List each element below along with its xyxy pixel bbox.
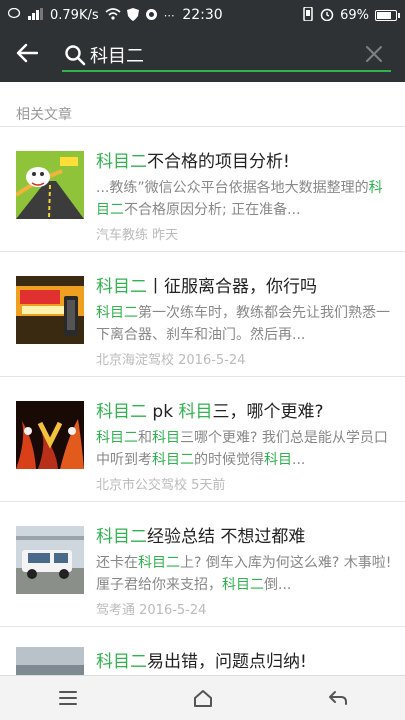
nav-home-button[interactable]: [173, 676, 233, 720]
wechat-notification-icon: [7, 7, 22, 22]
highlighted-keyword: 科目二: [96, 652, 147, 672]
search-header: [0, 30, 405, 82]
search-box: [54, 30, 397, 82]
article-title: 科目二不合格的项目分析!: [96, 147, 393, 172]
article-meta: 驾考通 2016-5-24: [96, 603, 207, 618]
section-title: 相关文章: [16, 107, 72, 123]
article-item[interactable]: 科目二经验总结 不想过都难 还卡在科目二上? 倒车入库为何这么难? 木事啦! 厘…: [0, 502, 405, 627]
clear-search-button[interactable]: [361, 43, 387, 69]
article-thumbnail: [16, 276, 84, 344]
network-speed: 0.79K/s: [50, 7, 99, 23]
article-thumbnail: [16, 151, 84, 219]
text-segment: 易出错，问题点归纳!: [147, 652, 307, 672]
back-icon: [328, 691, 347, 705]
highlighted-keyword: 科目二: [96, 152, 147, 172]
highlighted-keyword: 科目: [264, 452, 292, 468]
highlighted-keyword: 科目二: [138, 555, 180, 571]
highlighted-keyword: 科目: [178, 402, 213, 422]
text-segment: 三，哪个更难?: [212, 402, 324, 422]
article-title: 科目二丨征服离合器，你行吗: [96, 272, 393, 297]
text-segment: 不合格原因分析; 正在准备...: [124, 202, 301, 218]
article-title: 科目二经验总结 不想过都难: [96, 522, 393, 547]
highlighted-keyword: 科目: [152, 430, 180, 446]
battery-percent: 69%: [340, 7, 369, 23]
highlighted-keyword: 科目二: [96, 402, 147, 422]
text-segment: 还卡在: [96, 555, 138, 571]
highlighted-keyword: 科目二: [96, 305, 138, 321]
text-segment: 和: [138, 430, 152, 446]
text-segment: 不合格的项目分析!: [147, 152, 290, 172]
text-segment: ...教练”微信公众平台依据各地大数据整理的: [96, 180, 369, 196]
status-right: 69%: [302, 6, 400, 23]
more-notifications-icon: ⋯: [163, 8, 175, 22]
article-thumbnail: [16, 401, 84, 469]
text-segment: 倒...: [264, 577, 292, 593]
shield-icon: [126, 7, 139, 23]
highlighted-keyword: 科目二: [96, 527, 147, 547]
back-button[interactable]: [0, 30, 54, 82]
status-left: 0.79K/s ⋯: [7, 7, 175, 23]
article-title: 科目二 pk 科目三，哪个更难?: [96, 397, 393, 422]
text-segment: ...: [292, 452, 306, 468]
wifi-icon: [105, 8, 121, 22]
highlighted-keyword: 科目二: [222, 577, 264, 593]
highlighted-keyword: 科目二: [152, 452, 194, 468]
text-segment: pk: [147, 402, 179, 422]
search-input[interactable]: [90, 42, 330, 68]
arrow-left-icon: [16, 43, 39, 69]
article-item[interactable]: 科目二不合格的项目分析! ...教练”微信公众平台依据各地大数据整理的科目二不合…: [0, 127, 405, 252]
signal-icon: [28, 8, 44, 22]
article-item[interactable]: 科目二 pk 科目三，哪个更难? 科目二和科目三哪个更难? 我们总是能从学员口中…: [0, 377, 405, 502]
article-snippet: 科目二和科目三哪个更难? 我们总是能从学员口中听到考科目二的时候觉得科目...: [96, 427, 393, 471]
article-thumbnail: [16, 526, 84, 594]
nav-menu-button[interactable]: [38, 676, 98, 720]
text-segment: 经验总结 不想过都难: [147, 527, 306, 547]
article-title: 科目二易出错，问题点归纳!: [96, 647, 393, 672]
article-meta: 北京市公交驾校 5天前: [96, 478, 226, 493]
vibrate-icon: [302, 6, 314, 23]
home-icon: [193, 690, 212, 707]
article-meta: 北京海淀驾校 2016-5-24: [96, 353, 246, 368]
close-icon: [366, 46, 382, 62]
highlighted-keyword: 科目二: [96, 430, 138, 446]
system-nav-bar: [0, 675, 405, 720]
nav-back-button[interactable]: [308, 676, 368, 720]
alarm-icon: [320, 7, 334, 23]
article-item[interactable]: 科目二易出错，问题点归纳!: [0, 627, 405, 675]
text-segment: 的时候觉得: [194, 452, 264, 468]
text-segment: 丨征服离合器，你行吗: [147, 277, 317, 297]
battery-fill: [377, 11, 391, 19]
security-icon: [145, 8, 158, 23]
article-meta: 汽车教练 昨天: [96, 228, 179, 243]
search-underline: [62, 70, 391, 72]
battery-icon: [375, 9, 400, 21]
highlighted-keyword: 科目二: [96, 277, 147, 297]
text-segment: 第一次练车时，教练都会先让我们熟悉一下离合器、刹车和油门。然后再...: [96, 305, 390, 343]
article-item[interactable]: 科目二丨征服离合器，你行吗 科目二第一次练车时，教练都会先让我们熟悉一下离合器、…: [0, 252, 405, 377]
results-list[interactable]: 相关文章 科目二不合格的项目分析! ...教练”微信公众平台依据各地大数据整理的…: [0, 82, 405, 675]
status-bar: 0.79K/s ⋯ 22:30 69%: [0, 0, 405, 30]
article-thumbnail: [16, 647, 84, 675]
menu-icon: [58, 691, 77, 705]
article-snippet: 还卡在科目二上? 倒车入库为何这么难? 木事啦! 厘子君给你来支招，科目二倒..…: [96, 552, 393, 596]
article-snippet: 科目二第一次练车时，教练都会先让我们熟悉一下离合器、刹车和油门。然后再...: [96, 302, 393, 346]
article-snippet: ...教练”微信公众平台依据各地大数据整理的科目二不合格原因分析; 正在准备..…: [96, 177, 393, 221]
search-icon: [64, 44, 86, 66]
